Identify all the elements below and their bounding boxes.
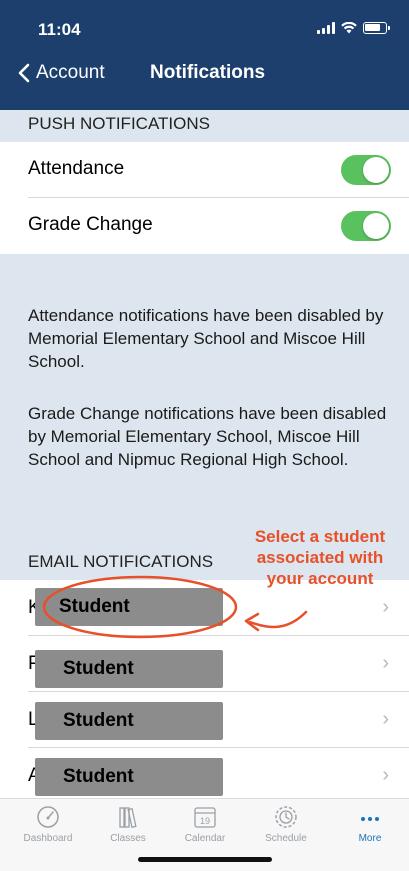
attendance-disabled-note: Attendance notifications have been disab… [28,306,384,371]
tab-calendar-label: Calendar [184,833,226,844]
more-dots-icon [361,817,379,821]
status-icons [317,22,390,34]
signal-icon [317,22,335,34]
grade-change-disabled-note: Grade Change notifications have been dis… [28,404,387,469]
navigation-bar: 11:04 Account Notifications [0,0,409,110]
student-label: Student [63,710,134,731]
back-button-label: Account [36,62,105,83]
student-label: Student [63,766,134,787]
home-indicator[interactable] [138,857,272,862]
attendance-toggle[interactable] [341,155,391,185]
chevron-right-icon: › [382,764,389,786]
calendar-icon: 19 [194,807,216,828]
wifi-icon [341,22,357,34]
attendance-label: Attendance [28,158,125,179]
student-label: Student [63,658,134,679]
student-row[interactable]: A Student › [0,748,409,798]
tab-calendar[interactable]: 19 Calendar [165,805,245,844]
tab-schedule-label: Schedule [265,833,307,844]
student-label: Student [59,596,130,617]
grade-change-toggle[interactable] [341,211,391,241]
grade-change-row: Grade Change [0,198,409,254]
student-redaction: Student [35,588,223,626]
chevron-right-icon: › [382,652,389,674]
back-button[interactable]: Account [18,62,105,84]
page-title: Notifications [150,62,266,83]
tab-schedule[interactable]: Schedule [246,805,326,844]
email-section-title: EMAIL NOTIFICATIONS [28,552,214,571]
attendance-row: Attendance [0,142,409,198]
status-time: 11:04 [38,20,81,39]
tab-dashboard-label: Dashboard [23,833,73,844]
clock-icon [275,806,297,828]
student-redaction: Student [35,650,223,688]
tab-classes[interactable]: Classes [88,805,168,844]
student-redaction: Student [35,702,223,740]
grade-change-label: Grade Change [28,214,153,235]
tab-more[interactable]: More [330,805,409,844]
battery-icon [363,22,390,34]
gauge-icon [37,806,59,828]
push-section-title: PUSH NOTIFICATIONS [28,114,210,133]
student-row[interactable]: P Student › [0,636,409,692]
annotation-text: Select a student associated with your ac… [254,527,386,588]
books-icon [119,807,137,828]
chevron-right-icon: › [382,596,389,618]
calendar-day: 19 [200,816,210,826]
tab-more-label: More [358,833,382,844]
chevron-left-icon [18,63,30,83]
tab-dashboard[interactable]: Dashboard [8,805,88,844]
push-section-header: PUSH NOTIFICATIONS [0,110,409,142]
student-row[interactable]: L Student › [0,692,409,748]
chevron-right-icon: › [382,708,389,730]
student-redaction: Student [35,758,223,796]
tab-classes-label: Classes [110,833,146,844]
